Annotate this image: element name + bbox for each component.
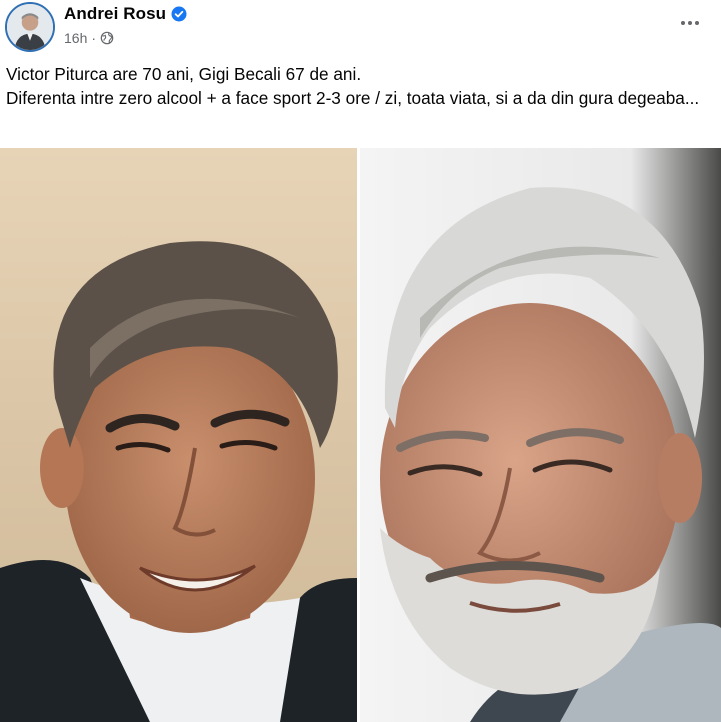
meta-separator: · bbox=[91, 30, 97, 46]
globe-icon[interactable] bbox=[100, 31, 114, 45]
post-meta: 16h · bbox=[64, 29, 114, 47]
avatar-image bbox=[7, 4, 53, 50]
photo-right[interactable] bbox=[360, 148, 721, 722]
post-header: Andrei Rosu 16h · bbox=[0, 0, 721, 58]
facebook-post: Andrei Rosu 16h · Victor Piturca are 70 … bbox=[0, 0, 721, 722]
post-text-line-1: Victor Piturca are 70 ani, Gigi Becali 6… bbox=[6, 64, 362, 84]
more-options-icon bbox=[681, 21, 685, 25]
more-options-button[interactable] bbox=[672, 8, 708, 38]
post-body-text: Victor Piturca are 70 ani, Gigi Becali 6… bbox=[6, 62, 706, 110]
author-avatar[interactable] bbox=[5, 2, 55, 52]
post-text-line-2: Diferenta intre zero alcool + a face spo… bbox=[6, 88, 700, 108]
post-media[interactable] bbox=[0, 148, 721, 722]
photo-left[interactable] bbox=[0, 148, 357, 722]
author-name[interactable]: Andrei Rosu bbox=[64, 4, 166, 24]
author-row: Andrei Rosu bbox=[64, 3, 187, 25]
portrait-photo-left bbox=[0, 148, 357, 722]
verified-badge-icon bbox=[171, 6, 187, 22]
post-timestamp[interactable]: 16h bbox=[64, 30, 87, 46]
portrait-photo-right bbox=[360, 148, 721, 722]
